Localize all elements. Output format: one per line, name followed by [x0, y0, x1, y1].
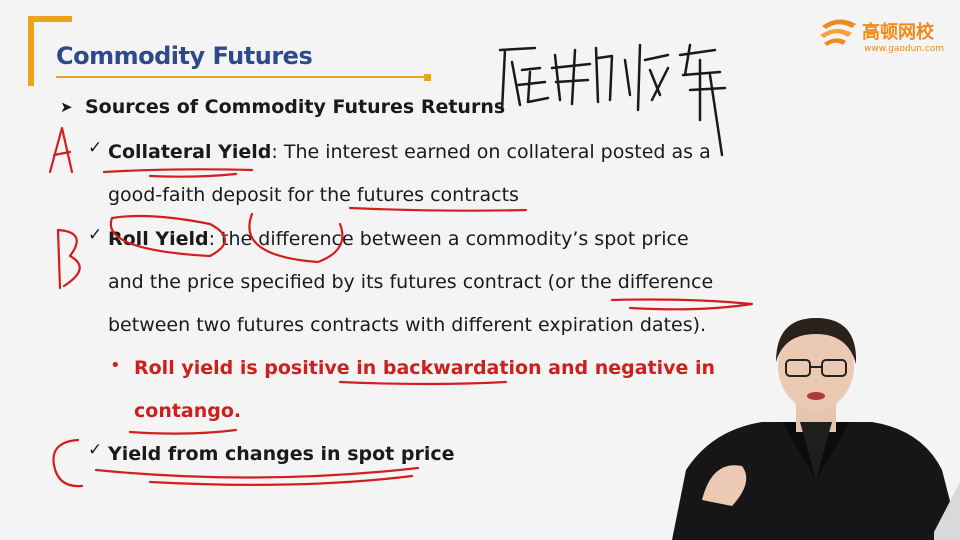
sub-bullet-line1: Roll yield is positive in backwardation … — [134, 357, 716, 379]
term-collateral-yield: Collateral Yield — [108, 141, 272, 163]
letter-c-annotation — [52, 438, 84, 488]
red-dot-bullet: • — [110, 355, 121, 376]
letter-b-annotation — [56, 228, 81, 290]
item-roll-yield-line2: and the price specified by its futures c… — [108, 271, 714, 293]
underline-contango — [128, 428, 238, 435]
item-collateral-yield-line1: Collateral Yield: The interest earned on… — [108, 140, 711, 164]
item-collateral-yield-def: : The interest earned on collateral post… — [271, 141, 711, 163]
arrowhead-bullet-icon: ➤ — [60, 98, 73, 116]
handwritten-chinese-annotation — [498, 43, 727, 157]
underline-futures-contracts — [348, 206, 528, 212]
term-roll-yield: Roll Yield — [108, 228, 209, 250]
underline-collateral-yield — [102, 168, 254, 178]
section-heading: Sources of Commodity Futures Returns — [85, 96, 506, 118]
underline-backwardation — [338, 380, 508, 386]
checkmark-icon: ✓ — [88, 225, 103, 245]
item-roll-yield-line3: between two futures contracts with diffe… — [108, 314, 707, 336]
checkmark-icon: ✓ — [88, 138, 103, 158]
brand-logo: 高顿网校 www.gaodun.com — [818, 12, 948, 58]
sub-bullet-line2: contango. — [134, 400, 242, 422]
checkmark-icon: ✓ — [88, 440, 103, 460]
underline-spot-price-yield — [94, 466, 420, 487]
presenter-video — [672, 318, 960, 540]
logo-url: www.gaodun.com — [864, 44, 945, 54]
title-underline-end-dot — [424, 74, 431, 81]
logo-name: 高顿网校 — [862, 22, 934, 43]
item-collateral-yield-line2: good-faith deposit for the futures contr… — [108, 184, 519, 206]
slide-title: Commodity Futures — [56, 42, 313, 70]
title-underline — [56, 76, 426, 78]
item-roll-yield-def: : the difference between a commodity’s s… — [208, 228, 689, 250]
gaodun-logo-icon — [820, 19, 856, 46]
letter-a-annotation — [48, 126, 74, 174]
item-roll-yield-line1: Roll Yield: the difference between a com… — [108, 227, 689, 251]
item-spot-price-yield: Yield from changes in spot price — [108, 443, 455, 465]
lecture-slide: Commodity Futures 高顿网校 www.gaodun.com ➤ … — [0, 0, 960, 540]
